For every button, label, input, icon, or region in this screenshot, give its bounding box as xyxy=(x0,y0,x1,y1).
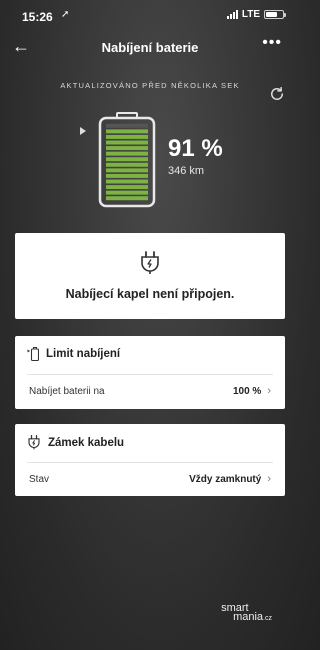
battery-level-bar xyxy=(106,173,148,178)
divider xyxy=(27,462,273,463)
play-indicator-icon xyxy=(80,127,86,135)
charge-to-label: Nabíjet baterii na xyxy=(29,386,105,397)
chevron-right-icon: › xyxy=(267,473,271,485)
battery-range: 346 km xyxy=(168,165,205,177)
divider xyxy=(27,374,273,375)
plug-lock-icon xyxy=(28,435,40,450)
cable-lock-title: Zámek kabelu xyxy=(48,436,125,449)
state-label: Stav xyxy=(29,474,50,485)
page-title: Nabíjení baterie xyxy=(101,40,199,55)
battery-level-bar xyxy=(106,129,148,134)
charge-limit-header: Limit nabíjení xyxy=(27,347,120,361)
nav-bar: ← Nabíjení baterie ••• xyxy=(0,32,300,62)
battery-limit-icon xyxy=(27,347,39,361)
status-bar: 15:26 ➚ LTE xyxy=(0,0,300,30)
phone-battery-icon xyxy=(264,10,286,19)
battery-level-bar xyxy=(106,123,148,128)
cable-lock-card: Zámek kabelu Stav Vždy zamknutý › xyxy=(15,424,285,496)
cable-status-message: Nabíjecí kapel není připojen. xyxy=(65,287,235,301)
battery-level-bar xyxy=(106,151,148,156)
battery-percent: 91 % xyxy=(168,135,223,162)
logo-suffix: .cz xyxy=(263,615,272,622)
battery-level-bar xyxy=(106,168,148,173)
plug-icon xyxy=(141,251,159,274)
battery-level-bar xyxy=(106,134,148,139)
battery-level-bar xyxy=(106,162,148,167)
updated-status: AKTUALIZOVÁNO PŘED NĚKOLIKA SEK xyxy=(60,81,240,90)
refresh-icon[interactable] xyxy=(268,85,286,103)
cable-lock-setting[interactable]: Vždy zamknutý › xyxy=(189,473,271,485)
signal-icon xyxy=(226,10,238,19)
charge-limit-card: Limit nabíjení Nabíjet baterii na 100 % … xyxy=(15,336,285,409)
charge-limit-value: 100 % xyxy=(232,385,262,397)
battery-level-bar xyxy=(106,196,148,201)
cable-lock-header: Zámek kabelu xyxy=(27,435,124,450)
charge-limit-title: Limit nabíjení xyxy=(46,348,121,360)
status-time: 15:26 xyxy=(22,10,53,24)
status-indicators: LTE xyxy=(226,9,286,20)
charge-limit-setting[interactable]: 100 % › xyxy=(233,385,271,397)
network-label: LTE xyxy=(241,9,260,20)
battery-level-bar xyxy=(106,179,148,184)
location-arrow-icon: ➚ xyxy=(61,9,70,20)
cable-lock-value: Vždy zamknutý xyxy=(189,473,262,485)
battery-level-bar xyxy=(106,157,148,162)
car-battery-icon xyxy=(98,112,156,208)
charging-cable-card: Nabíjecí kapel není připojen. xyxy=(15,233,285,319)
logo-line2: mania xyxy=(233,611,264,623)
battery-level-bar xyxy=(106,140,148,145)
battery-level-bar xyxy=(106,146,148,151)
smartmania-logo: smart mania.cz xyxy=(221,603,272,623)
more-options-icon[interactable]: ••• xyxy=(262,34,282,52)
battery-level-bar xyxy=(106,185,148,190)
battery-level-bar xyxy=(106,190,148,195)
chevron-right-icon: › xyxy=(267,385,271,397)
